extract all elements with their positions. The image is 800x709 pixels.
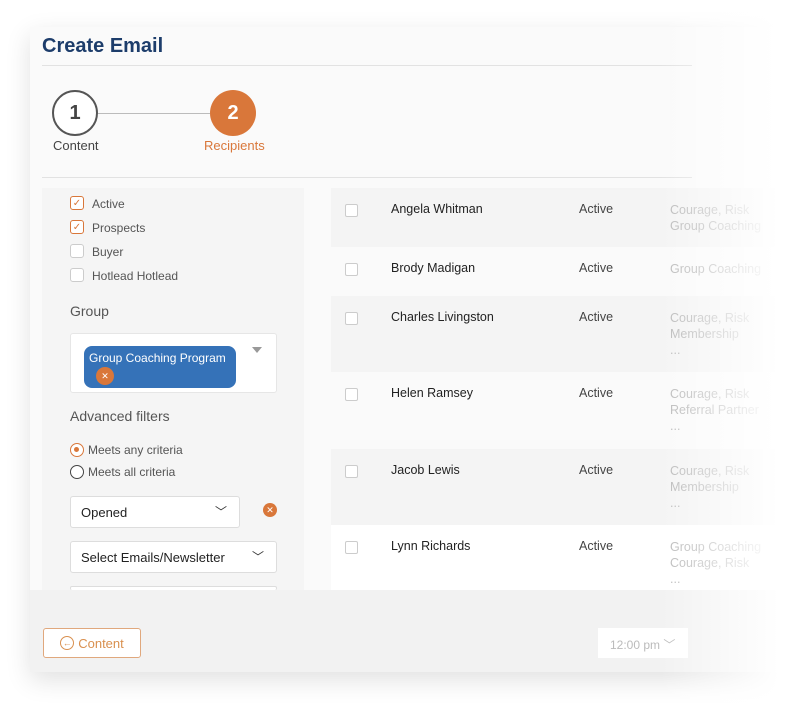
contact-status: Active	[579, 261, 614, 275]
remove-chip-icon[interactable]: ✕	[96, 367, 114, 385]
caret-down-icon[interactable]	[252, 347, 262, 353]
radio-label: Meets any criteria	[88, 443, 183, 457]
checkbox-prospects[interactable]: ✓	[70, 220, 84, 234]
radio-all[interactable]	[70, 465, 84, 479]
arrow-left-circle-icon: ←	[60, 636, 75, 650]
back-label: Content	[78, 635, 124, 651]
checkbox-label: Buyer	[92, 245, 124, 259]
email-select[interactable]: Select Emails/Newsletter ﹀	[70, 541, 277, 573]
checkbox-label: Prospects	[92, 221, 146, 235]
contact-name: Charles Livingston	[391, 310, 494, 324]
contact-tags: Courage, Risk Referral Partner ...	[670, 387, 759, 433]
checkbox-label: Active	[92, 197, 125, 211]
select-value: Opened	[81, 505, 128, 520]
chevron-down-icon: ﹀	[214, 505, 227, 519]
contact-tags: Group Coaching Courage, Risk ...	[670, 540, 762, 586]
group-heading: Group	[70, 303, 109, 319]
time-value: 12:00 pm	[610, 638, 661, 652]
divider	[42, 177, 692, 178]
remove-filter-icon[interactable]: ✕	[263, 503, 277, 517]
radio-label: Meets all criteria	[88, 465, 176, 479]
time-select[interactable]: 12:00 pm ﹀	[598, 628, 688, 658]
contact-tags: Courage, Risk Membership ...	[670, 311, 750, 357]
table-row[interactable]: Jacob Lewis Active Courage, Risk Membershi…	[331, 449, 781, 525]
radio-any[interactable]	[70, 443, 84, 457]
row-checkbox[interactable]	[345, 263, 358, 276]
contact-status: Active	[579, 539, 614, 553]
chevron-down-icon: ﹀	[251, 550, 264, 564]
chevron-down-icon: ﹀	[663, 638, 676, 652]
step-recipients[interactable]: 2	[210, 90, 256, 136]
table-row[interactable]: Helen Ramsey Active Courage, Risk Referral…	[331, 372, 781, 449]
back-to-content-button[interactable]: ← Content	[43, 628, 141, 658]
table-row[interactable]: Angela Whitman Active Courage, Risk Group …	[331, 188, 781, 247]
contact-tags: Courage, Risk Membership ...	[670, 464, 750, 510]
contact-name: Helen Ramsey	[391, 386, 473, 400]
advanced-filters-heading: Advanced filters	[70, 408, 170, 424]
contact-tags: Courage, Risk Group Coaching	[670, 203, 762, 233]
page-title: Create Email	[42, 35, 164, 57]
row-checkbox[interactable]	[345, 312, 358, 325]
checkbox-hotlead[interactable]	[70, 268, 84, 282]
table-row[interactable]: Charles Livingston Active Courage, Risk Me…	[331, 296, 781, 372]
group-chip: Group Coaching Program ✕	[84, 346, 236, 388]
contact-name: Angela Whitman	[391, 202, 483, 216]
contact-status: Active	[579, 386, 614, 400]
table-row[interactable]: Brody Madigan Active Group Coaching	[331, 247, 781, 296]
step-connector	[98, 113, 210, 114]
filter-type-select[interactable]: Opened ﹀	[70, 496, 240, 528]
row-checkbox[interactable]	[345, 465, 358, 478]
checkbox-active[interactable]: ✓	[70, 196, 84, 210]
contact-name: Lynn Richards	[391, 539, 471, 553]
row-checkbox[interactable]	[345, 388, 358, 401]
checkbox-label: Hotlead Hotlead	[92, 269, 179, 283]
row-checkbox[interactable]	[345, 204, 358, 217]
step-content-label: Content	[53, 138, 99, 153]
group-chip-label: Group Coaching Program	[89, 351, 226, 365]
select-value: Select Emails/Newsletter	[81, 550, 225, 565]
divider	[42, 65, 692, 66]
row-checkbox[interactable]	[345, 541, 358, 554]
step-recipients-label: Recipients	[204, 138, 265, 153]
contact-name: Jacob Lewis	[391, 463, 460, 477]
contact-status: Active	[579, 310, 614, 324]
group-select[interactable]: Group Coaching Program ✕	[70, 333, 277, 393]
contact-status: Active	[579, 463, 614, 477]
contact-status: Active	[579, 202, 614, 216]
contact-name: Brody Madigan	[391, 261, 476, 275]
table-row[interactable]: Lynn Richards Active Group Coaching Courag…	[331, 525, 781, 590]
contact-tags: Group Coaching	[670, 262, 762, 276]
step-content[interactable]: 1	[52, 90, 98, 136]
checkbox-buyer[interactable]	[70, 244, 84, 258]
